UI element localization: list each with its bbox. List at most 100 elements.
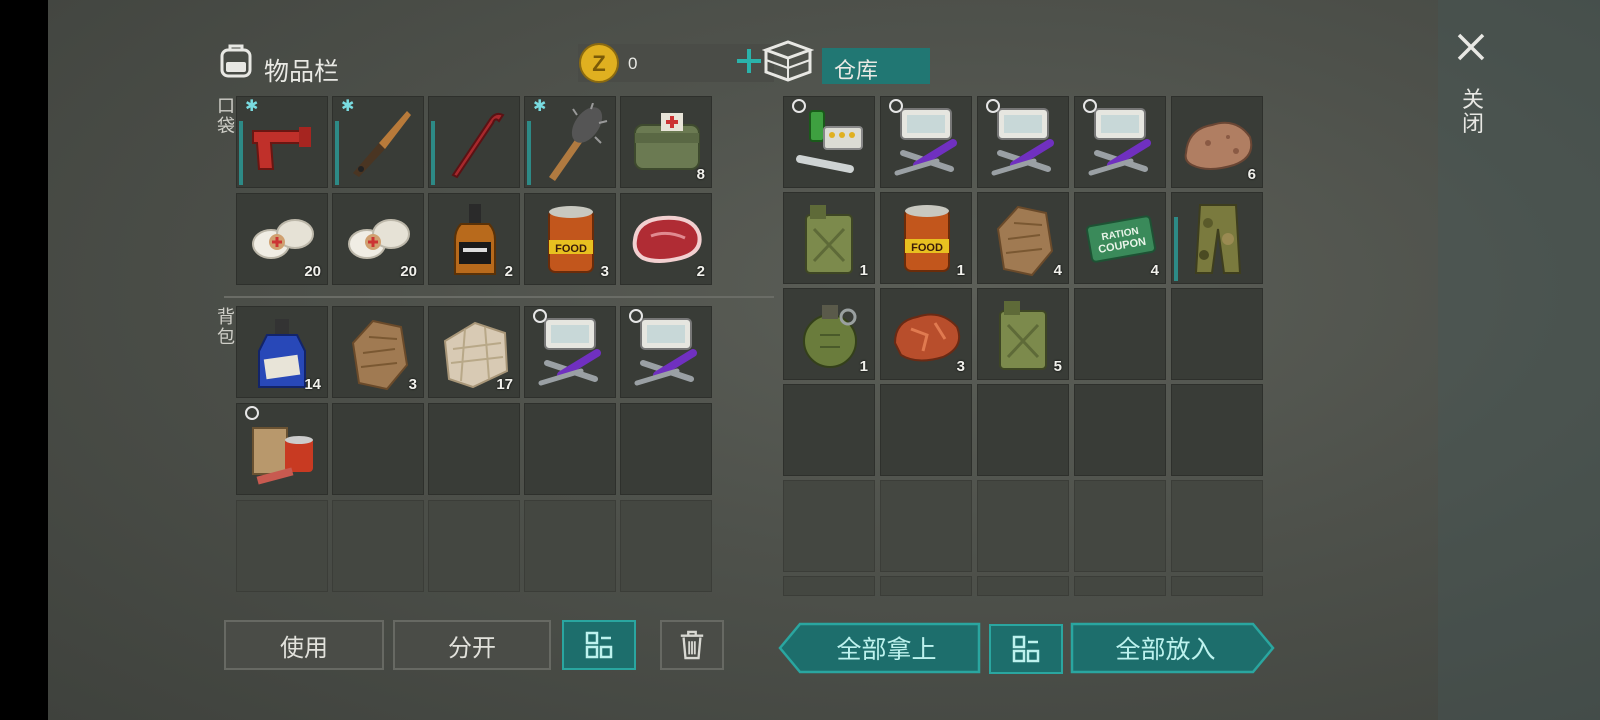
backpack-icon	[216, 40, 256, 80]
storage-empty-slot[interactable]	[880, 480, 972, 572]
storage-empty-slot[interactable]	[1171, 288, 1263, 380]
pocket-item-slot[interactable]: 20	[236, 193, 328, 285]
storage-empty-slot[interactable]	[977, 576, 1069, 596]
svg-text:FOOD: FOOD	[555, 243, 587, 255]
storage-item-slot[interactable]: RATION COUPON 4	[1074, 192, 1166, 284]
backpack-label: 背包	[217, 307, 235, 347]
storage-item-slot[interactable]	[783, 96, 875, 188]
close-label[interactable]: 关闭	[1461, 88, 1485, 136]
backpack-item-slot[interactable]: 17	[428, 306, 520, 398]
put-all-button[interactable]: 全部放入	[1070, 622, 1275, 674]
storage-item-slot[interactable]: FOOD 1	[880, 192, 972, 284]
storage-item-slot[interactable]: 4	[977, 192, 1069, 284]
sort-storage-button[interactable]	[989, 624, 1063, 674]
storage-item-slot[interactable]: 5	[977, 288, 1069, 380]
item-count: 3	[956, 358, 965, 375]
item-count: 2	[504, 263, 513, 280]
pocket-item-slot[interactable]: ✱	[332, 96, 424, 188]
storage-empty-slot[interactable]	[1171, 480, 1263, 572]
backpack-item-slot[interactable]: 14	[236, 306, 328, 398]
backpack-item-slot[interactable]	[620, 306, 712, 398]
storage-item-slot[interactable]	[1074, 96, 1166, 188]
timer-icon	[889, 99, 903, 113]
backpack-empty-slot[interactable]	[332, 403, 424, 495]
storage-empty-slot[interactable]	[1171, 576, 1263, 596]
pocket-item-slot[interactable]: ✱	[236, 96, 328, 188]
frost-icon: ✱	[341, 98, 355, 115]
pocket-item-slot[interactable]	[428, 96, 520, 188]
storage-empty-slot[interactable]	[1074, 384, 1166, 476]
storage-item-slot[interactable]	[880, 96, 972, 188]
item-count: 17	[496, 376, 513, 393]
trash-button[interactable]	[660, 620, 724, 670]
backpack-empty-slot[interactable]	[428, 500, 520, 592]
sort-inventory-button[interactable]	[562, 620, 636, 670]
close-button[interactable]	[1454, 30, 1488, 64]
pocket-item-slot[interactable]: 2	[428, 193, 520, 285]
take-all-button[interactable]: 全部拿上	[778, 622, 981, 674]
backpack-empty-slot[interactable]	[524, 403, 616, 495]
pocket-item-slot[interactable]: FOOD 3	[524, 193, 616, 285]
durability-bar	[239, 121, 243, 185]
durability-bar	[1174, 217, 1178, 281]
frost-icon: ✱	[533, 98, 547, 115]
pocket-item-slot[interactable]: 20	[332, 193, 424, 285]
sort-grid-icon	[585, 631, 613, 659]
storage-empty-slot[interactable]	[783, 576, 875, 596]
backpack-item-slot[interactable]: 3	[332, 306, 424, 398]
storage-empty-slot[interactable]	[1171, 384, 1263, 476]
inventory-screen: 物品栏 Z 0 仓库 关闭 口袋 背包 ✱ ✱ ✱ 8 20 20 2 FOOD 3 2 14 3 17…	[48, 0, 1600, 720]
storage-empty-slot[interactable]	[783, 384, 875, 476]
storage-title: 仓库	[834, 58, 879, 83]
timer-icon	[1083, 99, 1097, 113]
storage-item-slot[interactable]	[1171, 192, 1263, 284]
item-count: 1	[859, 358, 868, 375]
coin-count: 0	[628, 54, 638, 73]
storage-empty-slot[interactable]	[880, 576, 972, 596]
item-count: 5	[1053, 358, 1062, 375]
section-divider	[224, 296, 774, 298]
backpack-empty-slot[interactable]	[524, 500, 616, 592]
backpack-empty-slot[interactable]	[620, 500, 712, 592]
timer-icon	[792, 99, 806, 113]
storage-empty-slot[interactable]	[977, 384, 1069, 476]
storage-item-slot[interactable]: 6	[1171, 96, 1263, 188]
coin-icon: Z	[578, 42, 620, 84]
storage-empty-slot[interactable]	[783, 480, 875, 572]
backpack-empty-slot[interactable]	[236, 500, 328, 592]
pocket-item-slot[interactable]: 8	[620, 96, 712, 188]
item-count: 3	[600, 263, 609, 280]
backpack-item-slot[interactable]	[236, 403, 328, 495]
timer-icon	[245, 406, 259, 420]
inventory-title: 物品栏	[264, 58, 340, 86]
add-coin-button[interactable]	[734, 46, 764, 80]
sort-grid-icon	[1012, 635, 1040, 663]
use-button[interactable]: 使用	[224, 620, 384, 670]
split-button[interactable]: 分开	[393, 620, 551, 670]
storage-empty-slot[interactable]	[977, 480, 1069, 572]
backpack-empty-slot[interactable]	[332, 500, 424, 592]
storage-empty-slot[interactable]	[1074, 288, 1166, 380]
storage-empty-slot[interactable]	[1074, 576, 1166, 596]
durability-bar	[431, 121, 435, 185]
item-count: 6	[1247, 166, 1256, 183]
item-count: 20	[400, 263, 417, 280]
item-count: 14	[304, 376, 321, 393]
timer-icon	[629, 309, 643, 323]
storage-item-slot[interactable]: 1	[783, 288, 875, 380]
storage-item-slot[interactable]: 3	[880, 288, 972, 380]
pocket-item-slot[interactable]: 2	[620, 193, 712, 285]
item-count: 2	[696, 263, 705, 280]
item-count: 1	[956, 262, 965, 279]
item-count: 8	[696, 166, 705, 183]
backpack-item-slot[interactable]	[524, 306, 616, 398]
plus-icon	[737, 49, 761, 73]
storage-empty-slot[interactable]	[880, 384, 972, 476]
backpack-empty-slot[interactable]	[620, 403, 712, 495]
storage-item-slot[interactable]: 1	[783, 192, 875, 284]
put-all-label: 全部放入	[1115, 636, 1216, 664]
storage-item-slot[interactable]	[977, 96, 1069, 188]
pocket-item-slot[interactable]: ✱	[524, 96, 616, 188]
storage-empty-slot[interactable]	[1074, 480, 1166, 572]
backpack-empty-slot[interactable]	[428, 403, 520, 495]
